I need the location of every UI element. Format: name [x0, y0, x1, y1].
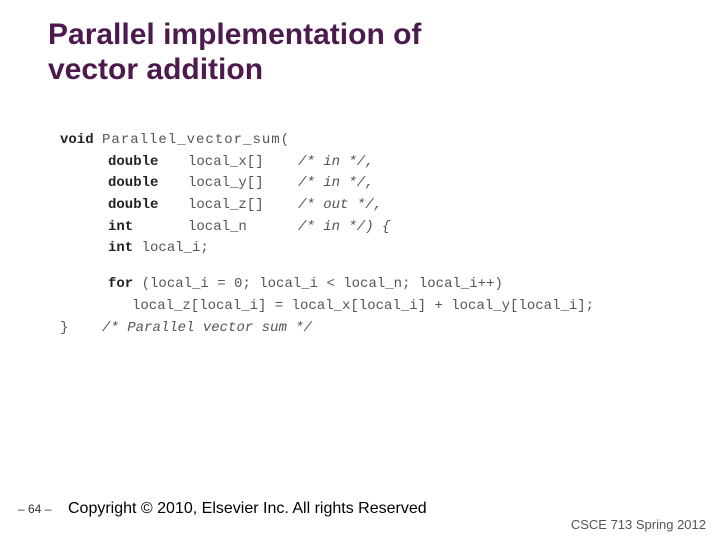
param-type: double: [108, 152, 188, 174]
code-line: int local_i;: [60, 238, 594, 260]
param-row: int local_n /* in */) {: [60, 217, 594, 239]
for-body: local_z[local_i] = local_x[local_i] + lo…: [132, 298, 594, 314]
for-condition: (local_i = 0; local_i < local_n; local_i…: [142, 276, 503, 292]
code-line: void Parallel_vector_sum(: [60, 130, 594, 152]
course-label: CSCE 713 Spring 2012: [571, 517, 706, 532]
keyword-for: for: [108, 276, 133, 292]
param-name: local_y[]: [188, 173, 298, 195]
code-line: local_z[local_i] = local_x[local_i] + lo…: [60, 296, 594, 318]
title-line-2: vector addition: [48, 53, 421, 88]
param-row: double local_x[] /* in */,: [60, 152, 594, 174]
blank-line: [60, 260, 594, 274]
param-comment: /* in */,: [298, 173, 374, 195]
function-name: Parallel_vector_sum(: [102, 132, 290, 148]
code-line: } /* Parallel vector sum */: [60, 318, 594, 340]
var-decl: local_i;: [142, 240, 209, 256]
param-comment: /* out */,: [298, 195, 382, 217]
param-row: double local_z[] /* out */,: [60, 195, 594, 217]
page-number: – 64 –: [18, 502, 58, 516]
param-name: local_n: [188, 217, 298, 239]
code-listing: void Parallel_vector_sum( double local_x…: [60, 130, 594, 339]
param-row: double local_y[] /* in */,: [60, 173, 594, 195]
slide-title: Parallel implementation of vector additi…: [48, 18, 421, 87]
title-line-1: Parallel implementation of: [48, 18, 421, 53]
code-line: for (local_i = 0; local_i < local_n; loc…: [60, 274, 594, 296]
param-name: local_x[]: [188, 152, 298, 174]
close-brace: }: [60, 320, 68, 336]
param-name: local_z[]: [188, 195, 298, 217]
param-type: double: [108, 195, 188, 217]
close-comment: /* Parallel vector sum */: [102, 320, 312, 336]
keyword-int: int: [108, 240, 133, 256]
param-type: double: [108, 173, 188, 195]
footer: – 64 – Copyright © 2010, Elsevier Inc. A…: [0, 500, 720, 518]
copyright-text: Copyright © 2010, Elsevier Inc. All righ…: [68, 500, 427, 518]
param-type: int: [108, 217, 188, 239]
param-comment: /* in */,: [298, 152, 374, 174]
param-comment: /* in */) {: [298, 217, 390, 239]
keyword-void: void: [60, 132, 94, 148]
